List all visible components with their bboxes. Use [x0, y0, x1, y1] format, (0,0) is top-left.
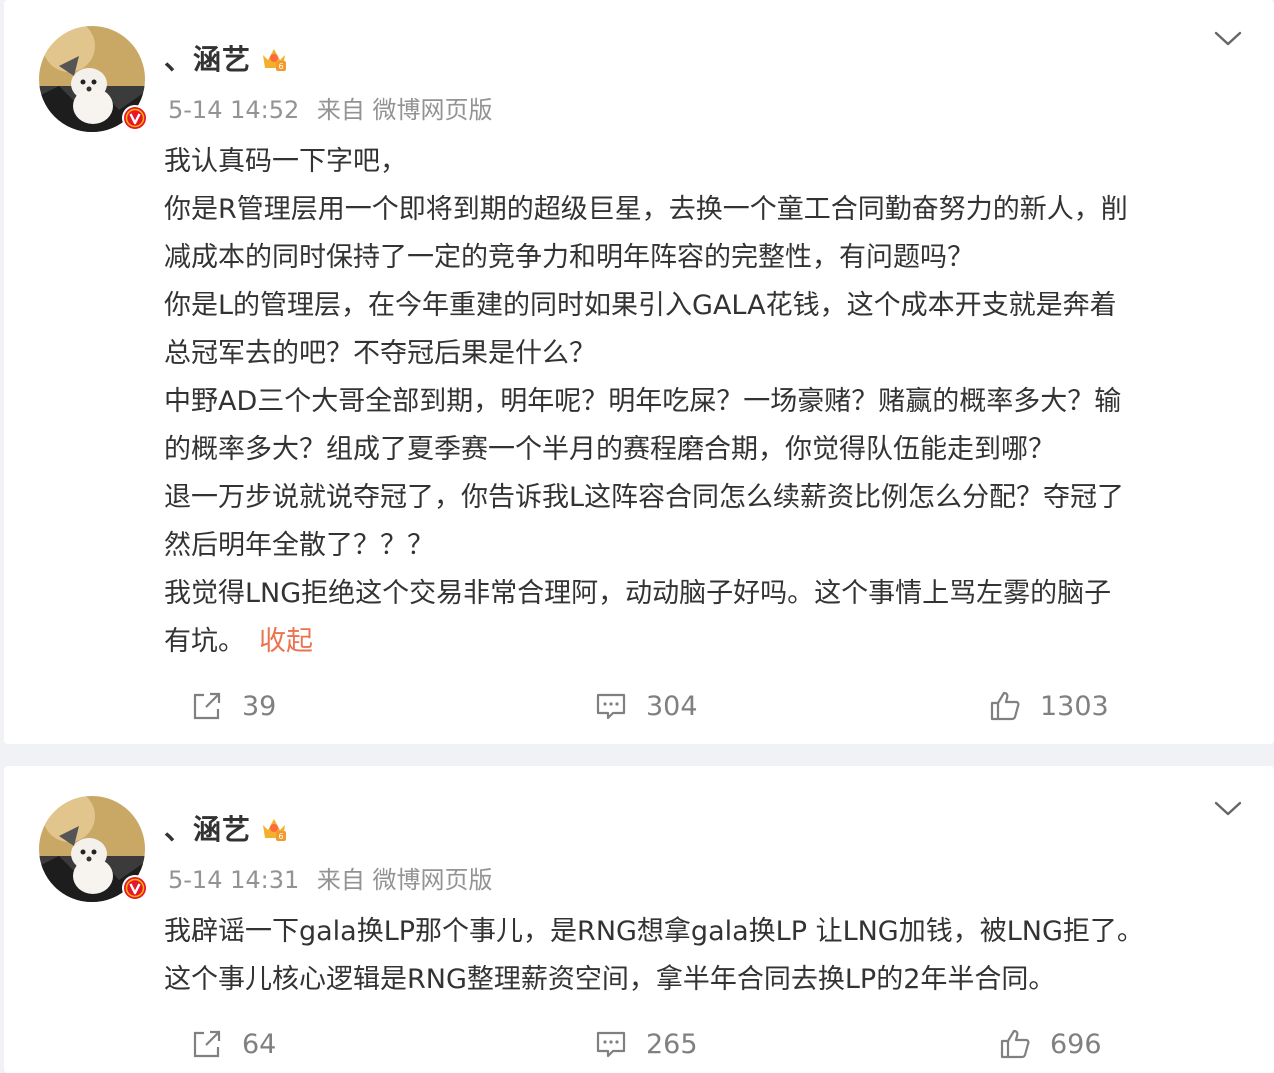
verified-badge-icon: [122, 105, 148, 131]
thumbs-up-icon: [990, 691, 1020, 721]
post-text-line: 我认真码一下字吧，: [164, 146, 407, 177]
author-row: 、涵艺 6: [164, 808, 289, 848]
post-text: 我辟谣一下gala换LP那个事儿，是RNG想拿gala换LP 让LNG加钱，被L…: [164, 908, 1244, 1004]
like-count: 1303: [1040, 690, 1109, 722]
post-meta: 5-14 14:52 来自 微博网页版: [168, 90, 493, 125]
avatar[interactable]: [39, 26, 148, 132]
post-text-line: 有坑。: [164, 626, 245, 657]
post-text-last-line: 有坑。 收起: [164, 618, 1244, 666]
comment-icon: [596, 1031, 626, 1058]
share-button[interactable]: 39: [190, 686, 276, 726]
share-count: 64: [242, 1028, 277, 1060]
weibo-feed: 、涵艺 6 5-14 14:52 来自 微博网页版 我认真码一下字吧， 你是R管…: [0, 0, 1274, 1073]
avatar[interactable]: [39, 796, 148, 902]
post-text-line: 然后明年全散了？？？: [164, 530, 434, 561]
chevron-down-icon[interactable]: [1212, 26, 1244, 50]
post-source: 来自 微博网页版: [316, 96, 493, 124]
post-text-line: 你是L的管理层，在今年重建的同时如果引入GALA花钱，这个成本开支就是奔着: [164, 290, 1117, 321]
post-card: 、涵艺 6 5-14 14:52 来自 微博网页版 我认真码一下字吧， 你是R管…: [4, 0, 1274, 744]
svg-text:6: 6: [278, 62, 283, 71]
verified-badge-icon: [122, 875, 148, 901]
action-bar: 64 265 696: [4, 1024, 1274, 1064]
vip-crown-icon[interactable]: 6: [259, 813, 289, 843]
collapse-link[interactable]: 收起: [259, 626, 313, 657]
like-button[interactable]: 696: [998, 1024, 1102, 1064]
vip-crown-icon[interactable]: 6: [259, 43, 289, 73]
post-text-line: 我辟谣一下gala换LP那个事儿，是RNG想拿gala换LP 让LNG加钱，被L…: [164, 916, 1144, 947]
post-text-line: 你是R管理层用一个即将到期的超级巨星，去换一个童工合同勤奋努力的新人，削: [164, 194, 1128, 225]
post-text: 我认真码一下字吧， 你是R管理层用一个即将到期的超级巨星，去换一个童工合同勤奋努…: [164, 138, 1244, 666]
post-text-line: 的概率多大？组成了夏季赛一个半月的赛程磨合期，你觉得队伍能走到哪？: [164, 434, 1055, 465]
comment-count: 265: [646, 1028, 698, 1060]
like-button[interactable]: 1303: [988, 686, 1109, 726]
like-count: 696: [1050, 1028, 1102, 1060]
post-card: 、涵艺 6 5-14 14:31 来自 微博网页版 我辟谣一下gala换LP那个…: [4, 766, 1274, 1073]
comment-button[interactable]: 265: [594, 1024, 698, 1064]
post-meta: 5-14 14:31 来自 微博网页版: [168, 860, 493, 895]
action-bar: 39 304 1303: [4, 686, 1274, 726]
author-name[interactable]: 、涵艺: [164, 38, 251, 78]
post-text-line: 中野AD三个大哥全部到期，明年呢？明年吃屎？一场豪赌？赌赢的概率多大？输: [164, 386, 1122, 417]
post-text-line: 退一万步说就说夺冠了，你告诉我L这阵容合同怎么续薪资比例怎么分配？夺冠了: [164, 482, 1125, 513]
thumbs-up-icon: [1000, 1029, 1030, 1059]
post-text-line: 减成本的同时保持了一定的竞争力和明年阵容的完整性，有问题吗？: [164, 242, 974, 273]
post-source: 来自 微博网页版: [316, 866, 493, 894]
svg-text:6: 6: [278, 832, 283, 841]
share-icon: [193, 1030, 221, 1058]
post-text-line: 总冠军去的吧？不夺冠后果是什么？: [164, 338, 596, 369]
author-row: 、涵艺 6: [164, 38, 289, 78]
comment-icon: [596, 693, 626, 720]
post-text-line: 这个事儿核心逻辑是RNG整理薪资空间，拿半年合同去换LP的2年半合同。: [164, 964, 1056, 995]
comment-button[interactable]: 304: [594, 686, 698, 726]
post-time[interactable]: 5-14 14:31: [168, 866, 299, 894]
post-text-line: 我觉得LNG拒绝这个交易非常合理阿，动动脑子好吗。这个事情上骂左雾的脑子: [164, 578, 1112, 609]
share-count: 39: [242, 690, 277, 722]
chevron-down-icon[interactable]: [1212, 796, 1244, 820]
post-time[interactable]: 5-14 14:52: [168, 96, 299, 124]
share-button[interactable]: 64: [190, 1024, 276, 1064]
share-icon: [193, 692, 221, 720]
comment-count: 304: [646, 690, 698, 722]
author-name[interactable]: 、涵艺: [164, 808, 251, 848]
